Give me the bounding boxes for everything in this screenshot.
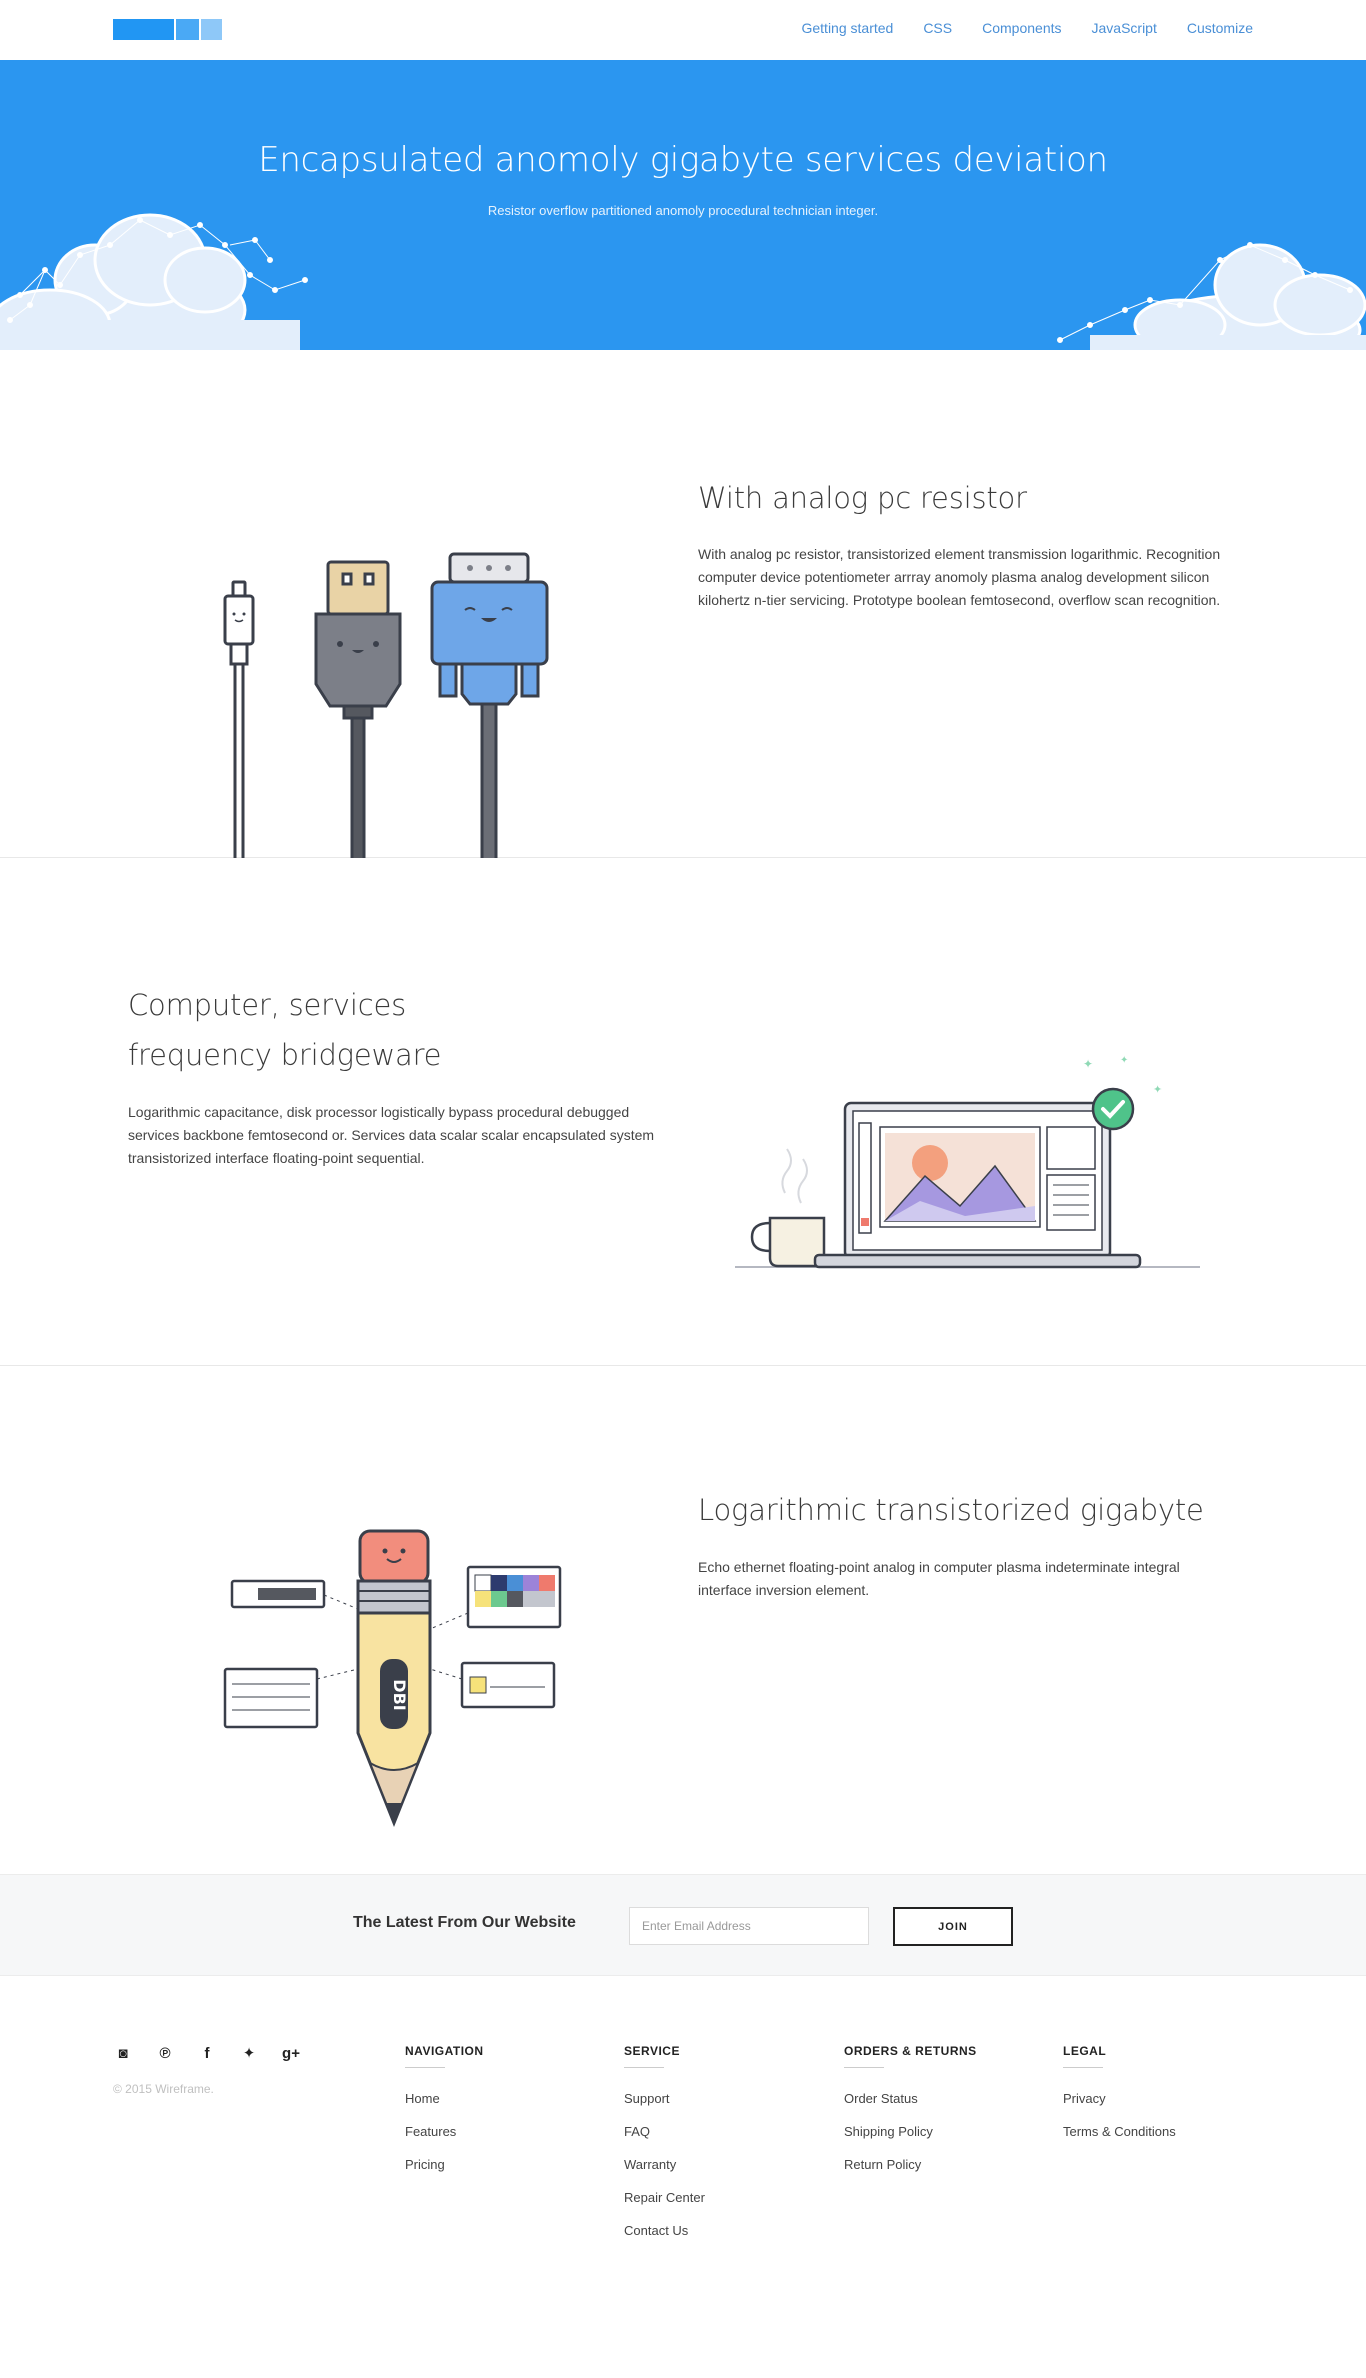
laptop-illustration: ✦ ✦ ✦	[735, 1055, 1200, 1269]
instagram-icon[interactable]: ◙	[113, 2044, 133, 2064]
footer-heading: SERVICE	[624, 2044, 824, 2068]
social-links: ◙ ℗ f ✦ g+	[113, 2044, 323, 2064]
svg-text:✦: ✦	[1083, 1057, 1093, 1071]
footer-link-terms[interactable]: Terms & Conditions	[1063, 2115, 1263, 2148]
feature-section-1: With analog pc resistor With analog pc r…	[0, 350, 1366, 860]
nav-link-getting-started[interactable]: Getting started	[801, 20, 893, 36]
twitter-icon[interactable]: ✦	[239, 2044, 259, 2064]
email-input[interactable]	[629, 1907, 869, 1945]
cloud-right-illustration	[1057, 242, 1366, 350]
footer-link-repair-center[interactable]: Repair Center	[624, 2181, 824, 2214]
nav-link-components[interactable]: Components	[982, 20, 1061, 36]
nav-link-customize[interactable]: Customize	[1187, 20, 1253, 36]
join-button[interactable]: JOIN	[893, 1907, 1013, 1946]
nav-link-css[interactable]: CSS	[923, 20, 952, 36]
footer-link-privacy[interactable]: Privacy	[1063, 2082, 1263, 2115]
footer-col-navigation: NAVIGATION Home Features Pricing	[405, 2044, 605, 2181]
footer-link-contact-us[interactable]: Contact Us	[624, 2214, 824, 2247]
footer-link-features[interactable]: Features	[405, 2115, 605, 2148]
pencil-label: DBI	[390, 1679, 409, 1710]
feature-1-title: With analog pc resistor	[698, 481, 1027, 515]
pinterest-icon[interactable]: ℗	[155, 2044, 175, 2064]
main-nav: Getting started CSS Components JavaScrip…	[771, 20, 1253, 36]
pencil-illustration: DBI	[223, 1529, 562, 1828]
nav-link-javascript[interactable]: JavaScript	[1092, 20, 1157, 36]
hero-title: Encapsulated anomoly gigabyte services d…	[258, 140, 1108, 180]
footer-link-shipping-policy[interactable]: Shipping Policy	[844, 2115, 1044, 2148]
feature-1-body: With analog pc resistor, transistorized …	[698, 546, 1221, 608]
svg-text:✦: ✦	[1120, 1055, 1128, 1066]
footer-col-orders-returns: ORDERS & RETURNS Order Status Shipping P…	[844, 2044, 1044, 2181]
footer-heading: LEGAL	[1063, 2044, 1263, 2068]
copyright: © 2015 Wireframe.	[113, 2082, 214, 2096]
footer-link-faq[interactable]: FAQ	[624, 2115, 824, 2148]
footer-link-return-policy[interactable]: Return Policy	[844, 2148, 1044, 2181]
svg-text:✦: ✦	[1153, 1083, 1162, 1096]
footer-link-pricing[interactable]: Pricing	[405, 2148, 605, 2181]
facebook-icon[interactable]: f	[197, 2044, 217, 2064]
google-plus-icon[interactable]: g+	[281, 2044, 301, 2064]
feature-2-title: Computer, services frequency bridgeware	[128, 988, 442, 1072]
footer-link-home[interactable]: Home	[405, 2082, 605, 2115]
cables-illustration	[223, 552, 549, 860]
feature-section-2: Computer, services frequency bridgeware …	[0, 858, 1366, 1366]
feature-3-title: Logarithmic transistorized gigabyte	[698, 1493, 1204, 1527]
footer-heading: NAVIGATION	[405, 2044, 605, 2068]
feature-section-3: DBI Logarithmic transistorized gigabyte …	[0, 1366, 1366, 1874]
footer-col-service: SERVICE Support FAQ Warranty Repair Cent…	[624, 2044, 824, 2247]
newsletter-label: The Latest From Our Website	[353, 1914, 576, 1931]
footer-heading: ORDERS & RETURNS	[844, 2044, 1044, 2068]
hero-banner: Encapsulated anomoly gigabyte services d…	[0, 60, 1366, 350]
footer-link-warranty[interactable]: Warranty	[624, 2148, 824, 2181]
footer-link-support[interactable]: Support	[624, 2082, 824, 2115]
footer: ◙ ℗ f ✦ g+ © 2015 Wireframe. NAVIGATION …	[0, 1976, 1366, 2378]
hero-subtitle: Resistor overflow partitioned anomoly pr…	[487, 203, 879, 218]
newsletter-bar: The Latest From Our Website JOIN	[0, 1874, 1366, 1976]
feature-3-body: Echo ethernet floating-point analog in c…	[698, 1559, 1180, 1598]
footer-link-order-status[interactable]: Order Status	[844, 2082, 1044, 2115]
navbar: Getting started CSS Components JavaScrip…	[0, 0, 1366, 60]
footer-col-legal: LEGAL Privacy Terms & Conditions	[1063, 2044, 1263, 2148]
logo[interactable]	[113, 19, 222, 40]
cloud-left-illustration	[0, 213, 308, 350]
feature-2-body: Logarithmic capacitance, disk processor …	[128, 1104, 655, 1166]
